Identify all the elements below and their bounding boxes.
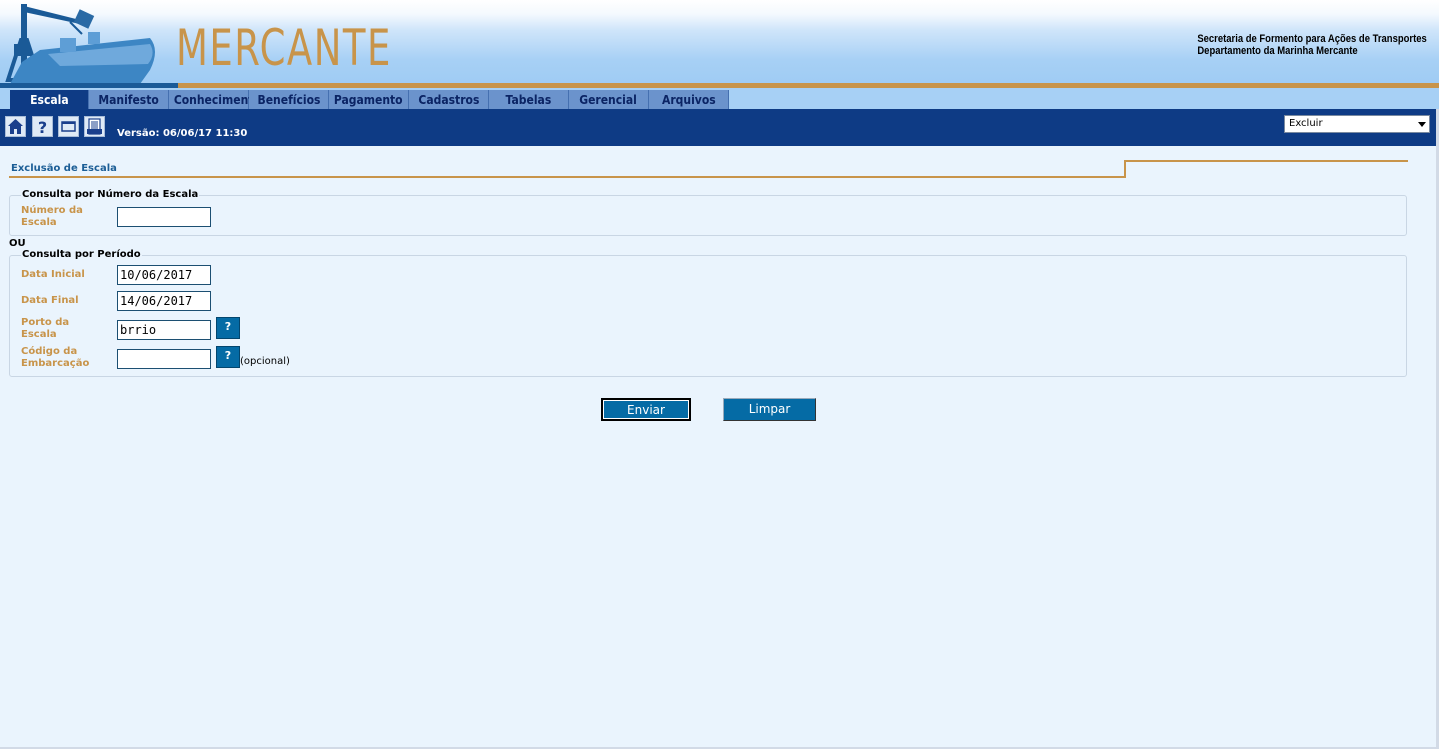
tab-gerencial[interactable]: Gerencial bbox=[569, 90, 649, 109]
home-button[interactable] bbox=[5, 116, 26, 137]
porto-escala-label: Porto da Escala bbox=[21, 317, 70, 340]
tab-conhecimento[interactable]: Conhecimento bbox=[169, 90, 261, 109]
numero-escala-input[interactable] bbox=[117, 207, 211, 227]
fieldset-legend-periodo: Consulta por Período bbox=[21, 249, 142, 260]
app-header: MERCANTE Secretaria de Formento para Açõ… bbox=[0, 0, 1439, 90]
enviar-button[interactable]: Enviar bbox=[601, 398, 691, 421]
action-select-value: Excluir bbox=[1289, 118, 1323, 129]
tab-escala[interactable]: Escala bbox=[10, 90, 89, 109]
window-button[interactable] bbox=[58, 116, 79, 137]
print-button[interactable] bbox=[84, 116, 105, 137]
title-underline bbox=[9, 176, 1126, 178]
tab-cadastros[interactable]: Cadastros bbox=[409, 90, 489, 109]
chevron-down-icon bbox=[1418, 122, 1426, 127]
main-nav-tabs: Escala Manifesto Conhecimento Benefícios… bbox=[0, 88, 1439, 109]
window-icon bbox=[61, 121, 76, 132]
embarcacao-lookup-button[interactable]: ? bbox=[216, 346, 240, 368]
numero-escala-label: Número da Escala bbox=[21, 205, 83, 228]
brand-title: MERCANTE bbox=[176, 19, 392, 77]
tab-tabelas[interactable]: Tabelas bbox=[489, 90, 569, 109]
ministry-block: Secretaria de Formento para Ações de Tra… bbox=[1160, 33, 1427, 57]
or-label: OU bbox=[9, 238, 26, 249]
limpar-button[interactable]: Limpar bbox=[723, 398, 816, 421]
ministry-line-2: Departamento da Marinha Mercante bbox=[1197, 45, 1358, 57]
fieldset-legend-numero: Consulta por Número da Escala bbox=[21, 189, 200, 200]
page-title: Exclusão de Escala bbox=[11, 163, 117, 174]
data-final-label: Data Final bbox=[21, 295, 79, 306]
toolbar: ? Versão: 06/06/17 11:30 Excluir bbox=[0, 109, 1439, 146]
help-icon: ? bbox=[38, 118, 47, 135]
codigo-embarcacao-label: Código da Embarcação bbox=[21, 346, 90, 369]
help-button[interactable]: ? bbox=[32, 116, 53, 137]
title-underline-step bbox=[1124, 160, 1126, 178]
tab-arquivos[interactable]: Arquivos bbox=[649, 90, 729, 109]
svg-text:?: ? bbox=[38, 118, 47, 135]
optional-hint: (opcional) bbox=[240, 356, 290, 367]
fieldset-consulta-numero bbox=[9, 195, 1407, 236]
porto-escala-input[interactable] bbox=[117, 320, 211, 340]
codigo-embarcacao-input[interactable] bbox=[117, 349, 211, 369]
porto-lookup-button[interactable]: ? bbox=[216, 317, 240, 339]
data-inicial-input[interactable] bbox=[117, 265, 211, 285]
data-inicial-label: Data Inicial bbox=[21, 269, 85, 280]
title-overline bbox=[1124, 160, 1408, 162]
data-final-input[interactable] bbox=[117, 291, 211, 311]
tab-beneficios[interactable]: Benefícios bbox=[249, 90, 329, 109]
ship-crane-logo bbox=[5, 4, 155, 84]
print-icon bbox=[87, 118, 102, 135]
tab-manifesto[interactable]: Manifesto bbox=[89, 90, 169, 109]
home-icon bbox=[8, 119, 23, 134]
tab-pagamento[interactable]: Pagamento bbox=[329, 90, 409, 109]
ministry-line-1: Secretaria de Formento para Ações de Tra… bbox=[1197, 33, 1427, 45]
version-label: Versão: 06/06/17 11:30 bbox=[117, 128, 248, 139]
action-select[interactable]: Excluir bbox=[1284, 115, 1430, 133]
